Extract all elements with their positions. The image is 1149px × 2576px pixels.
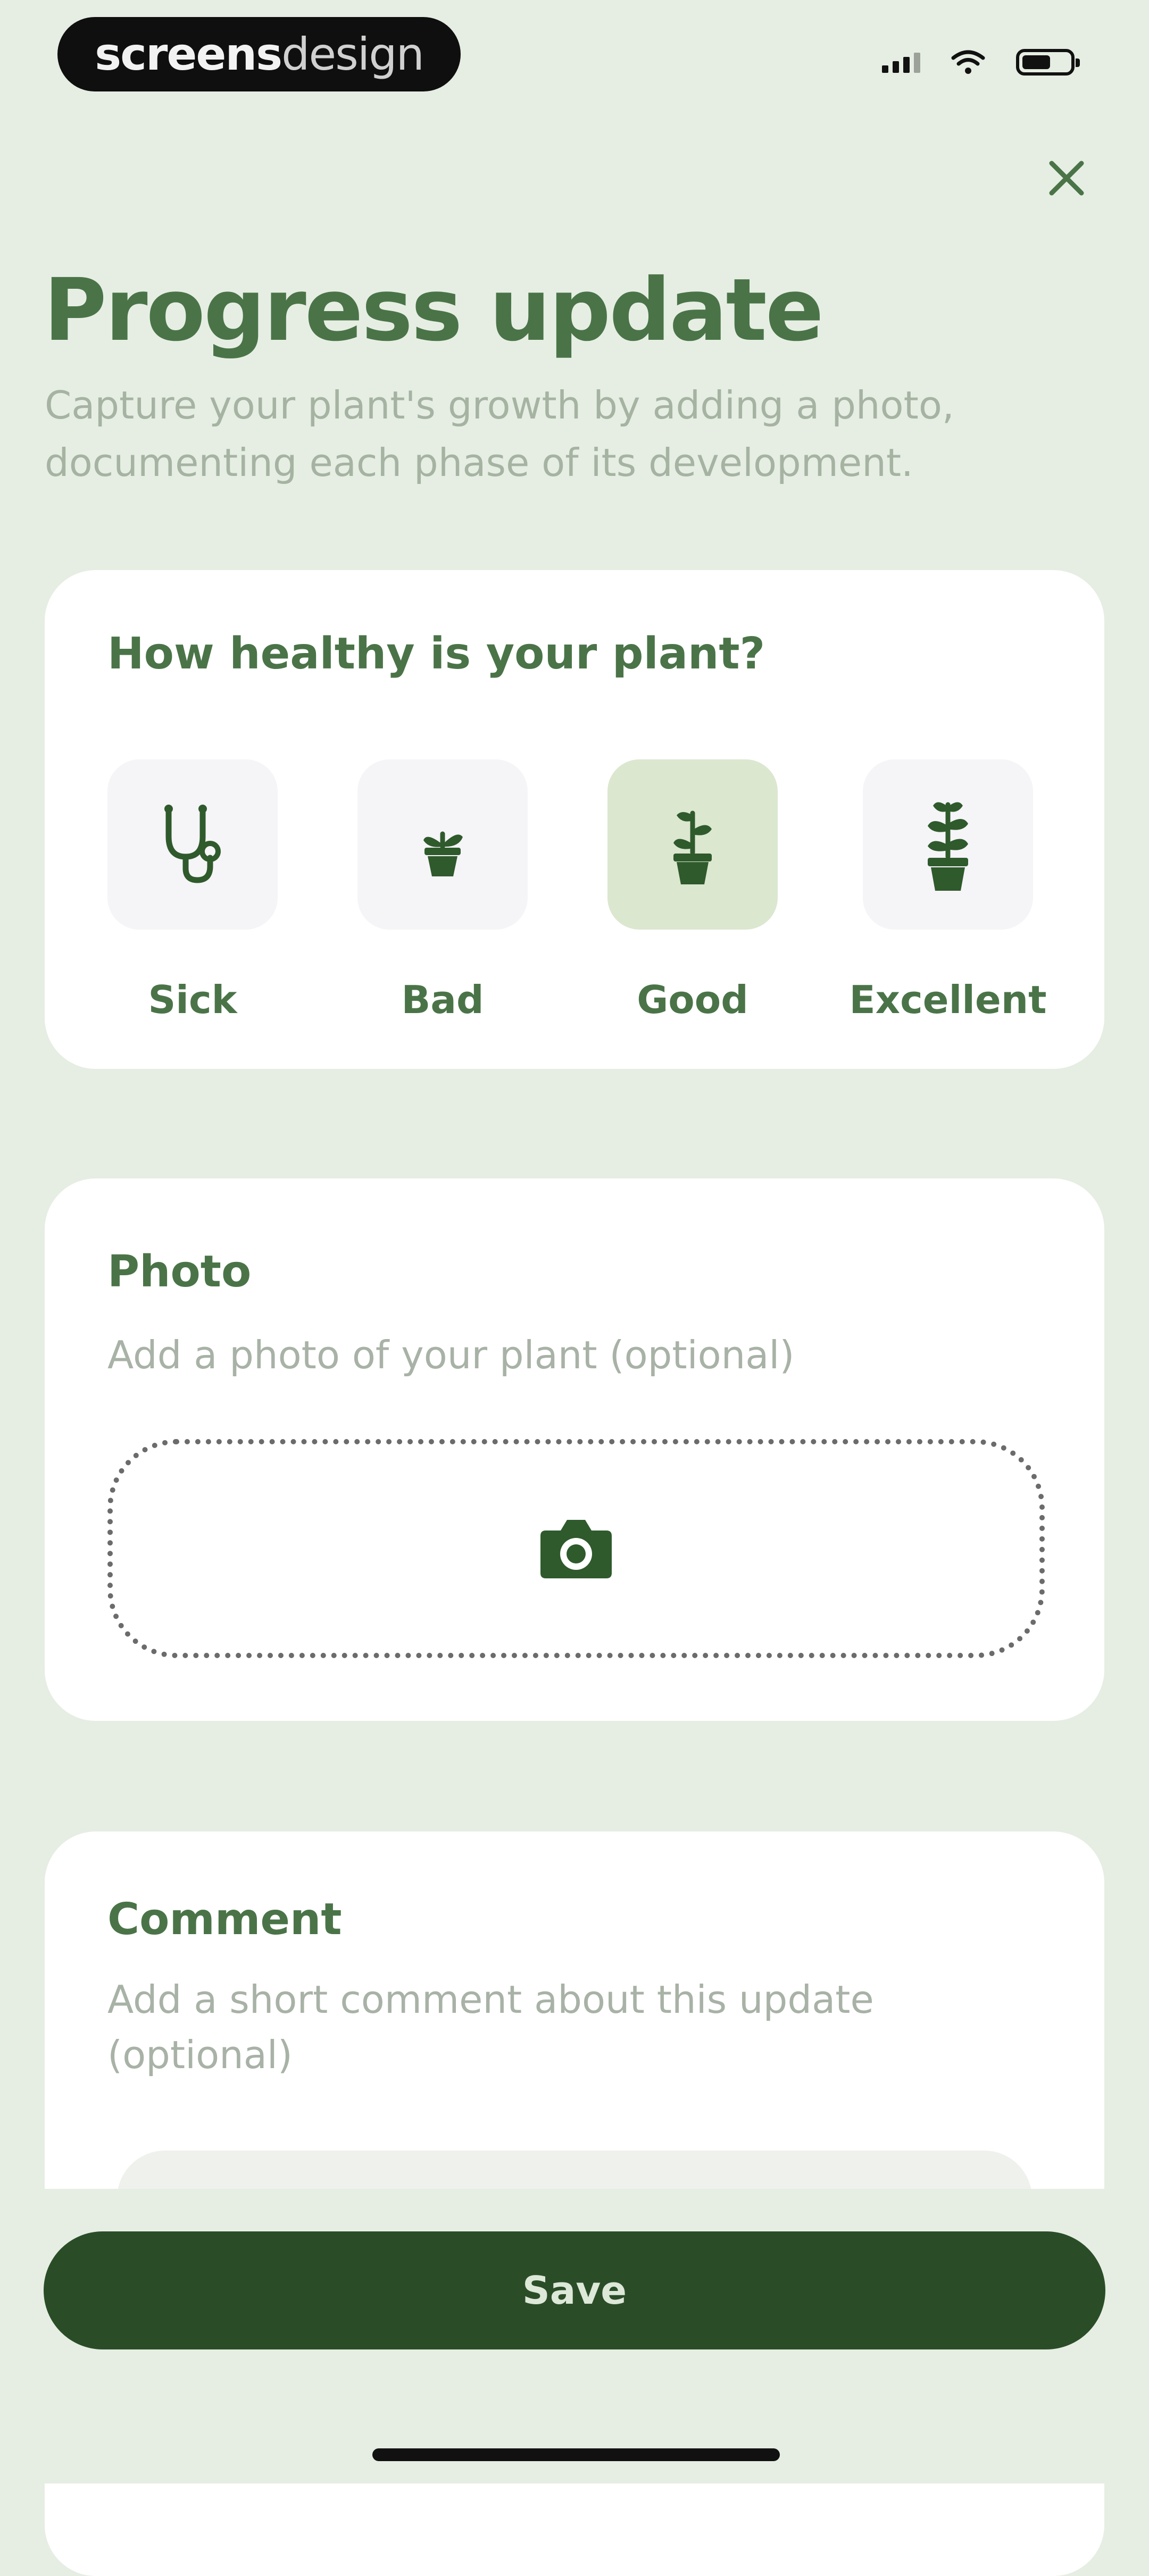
camera-icon	[540, 1520, 612, 1578]
stethoscope-icon	[164, 805, 221, 883]
page-subtitle: Capture your plant's growth by adding a …	[45, 383, 954, 485]
photo-card: Photo Add a photo of your plant (optiona…	[45, 1178, 1104, 1721]
health-option-label: Good	[637, 977, 748, 1022]
health-option-label: Bad	[401, 977, 484, 1022]
photo-subtitle: Add a photo of your plant (optional)	[107, 1333, 795, 1377]
save-button[interactable]: Save	[44, 2231, 1105, 2349]
health-option-label: Sick	[148, 977, 237, 1022]
health-options: Sick Bad Good Excellent	[107, 759, 1054, 1022]
small-plant-icon	[423, 831, 463, 876]
health-option-good[interactable]: Good	[607, 759, 778, 1022]
medium-plant-icon	[673, 810, 712, 884]
photo-title: Photo	[107, 1247, 252, 1297]
wifi-icon	[951, 50, 985, 74]
cellular-signal-icon	[882, 52, 920, 73]
health-option-tile	[607, 759, 778, 930]
close-button[interactable]	[1043, 154, 1090, 202]
home-indicator	[372, 2448, 780, 2461]
comment-title: Comment	[107, 1894, 342, 1945]
health-option-excellent[interactable]: Excellent	[849, 759, 1047, 1022]
health-option-bad[interactable]: Bad	[357, 759, 528, 1022]
page-title: Progress update	[44, 261, 824, 361]
health-option-tile	[863, 759, 1033, 930]
health-option-tile	[357, 759, 528, 930]
battery-icon	[1016, 49, 1080, 76]
screensdesign-badge: screensdesign	[57, 17, 461, 91]
close-icon	[1049, 161, 1084, 196]
health-option-label: Excellent	[849, 977, 1047, 1022]
brand-text: screensdesign	[95, 28, 424, 80]
health-option-tile	[107, 759, 278, 930]
status-icons	[882, 49, 1080, 76]
health-option-sick[interactable]: Sick	[107, 759, 278, 1022]
brand-bold: screens	[95, 28, 282, 80]
health-card: How healthy is your plant? Sick Bad Good…	[45, 570, 1104, 1069]
brand-light: design	[281, 28, 424, 80]
health-question: How healthy is your plant?	[107, 629, 765, 679]
photo-upload-area[interactable]	[107, 1439, 1045, 1658]
large-plant-icon	[928, 802, 968, 891]
comment-subtitle: Add a short comment about this update (o…	[107, 1977, 874, 2077]
